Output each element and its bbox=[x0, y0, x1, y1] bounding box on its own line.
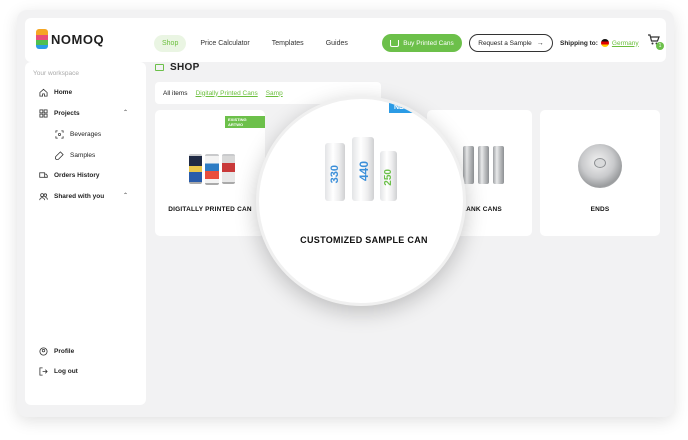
sidebar-item-label: Beverages bbox=[70, 131, 102, 138]
page-title-text: SHOP bbox=[170, 62, 200, 73]
sidebar-item-logout[interactable]: Log out bbox=[39, 367, 78, 376]
cart-button[interactable]: 1 bbox=[647, 33, 664, 50]
sidebar-item-projects[interactable]: Projects bbox=[39, 109, 80, 118]
cart-icon bbox=[390, 39, 400, 47]
chevron-up-icon[interactable]: ⌃ bbox=[123, 192, 128, 199]
buy-printed-cans-button[interactable]: Buy Printed Cans bbox=[382, 34, 462, 52]
card-label-digital: DIGITALLY PRINTED CAN bbox=[168, 206, 252, 213]
product-card-ends[interactable]: ENDS bbox=[540, 110, 660, 236]
sidebar-item-label: Shared with you bbox=[54, 193, 105, 200]
chevron-up-icon[interactable]: ⌃ bbox=[123, 109, 128, 116]
card-label-customized: CUSTOMIZED SAMPLE CAN bbox=[300, 235, 428, 245]
sidebar-item-label: Profile bbox=[54, 348, 75, 355]
printed-can-2 bbox=[205, 154, 219, 185]
printed-can-1 bbox=[189, 154, 202, 184]
sidebar-item-profile[interactable]: Profile bbox=[39, 347, 74, 356]
sample-can-440: 440 bbox=[352, 137, 374, 201]
can-number-440: 440 bbox=[357, 161, 371, 182]
sidebar-item-label: Samples bbox=[70, 152, 96, 159]
sidebar-item-shared[interactable]: Shared with you bbox=[39, 192, 104, 201]
page-title: SHOP bbox=[155, 62, 200, 73]
home-icon bbox=[39, 88, 48, 97]
cart-count-badge: 1 bbox=[656, 42, 664, 50]
shop-icon bbox=[155, 64, 164, 71]
sidebar: Your workspace Home Projects ⌃ Beverages… bbox=[25, 62, 146, 405]
request-sample-button[interactable]: Request a Sample → bbox=[469, 34, 553, 52]
logo[interactable]: NOMOQ bbox=[36, 29, 104, 49]
arrow-right-icon: → bbox=[536, 39, 544, 47]
logo-text: NOMOQ bbox=[51, 31, 105, 47]
sidebar-item-label: Home bbox=[54, 89, 73, 96]
can-number-250: 250 bbox=[383, 169, 394, 186]
test-tube-icon bbox=[55, 151, 64, 160]
shipping-country[interactable]: Germany bbox=[612, 40, 639, 47]
printed-can-3 bbox=[222, 154, 235, 184]
nav-shop[interactable]: Shop bbox=[154, 35, 187, 52]
magnifier-customized-sample[interactable]: NEW AR 330 440 250 CUSTOMIZED SAMPLE CAN bbox=[256, 96, 466, 306]
top-header: NOMOQ Shop Price Calculator Templates Gu… bbox=[25, 18, 666, 62]
blank-can-1 bbox=[463, 146, 474, 184]
filter-all-items[interactable]: All items bbox=[163, 90, 188, 97]
sidebar-item-samples[interactable]: Samples bbox=[55, 151, 95, 160]
buy-printed-cans-label: Buy Printed Cans bbox=[403, 39, 454, 47]
profile-icon bbox=[39, 347, 48, 356]
request-sample-label: Request a Sample bbox=[478, 39, 532, 47]
shipping-label: Shipping to: bbox=[560, 39, 598, 47]
sample-can-250: 250 bbox=[380, 151, 397, 201]
sidebar-item-label: Log out bbox=[54, 368, 78, 375]
germany-flag-icon bbox=[600, 39, 609, 47]
sidebar-item-label: Orders History bbox=[54, 172, 100, 179]
blank-can-3 bbox=[493, 146, 504, 184]
filter-samples[interactable]: Samp bbox=[266, 90, 283, 97]
app-window: NOMOQ Shop Price Calculator Templates Gu… bbox=[17, 10, 674, 417]
sidebar-item-beverages[interactable]: Beverages bbox=[55, 130, 101, 139]
truck-icon bbox=[39, 172, 48, 178]
nav-templates[interactable]: Templates bbox=[272, 40, 304, 47]
logout-icon bbox=[39, 367, 48, 376]
users-icon bbox=[39, 193, 48, 201]
nav-price-calculator[interactable]: Price Calculator bbox=[200, 40, 249, 47]
workspace-label: Your workspace bbox=[33, 70, 80, 77]
card-label-ends: ENDS bbox=[590, 206, 610, 213]
grid-icon bbox=[39, 109, 48, 118]
shipping-selector[interactable]: Shipping to: Germany bbox=[560, 39, 639, 47]
blank-can-2 bbox=[478, 146, 489, 184]
sidebar-item-home[interactable]: Home bbox=[39, 88, 72, 97]
can-number-330: 330 bbox=[329, 165, 341, 184]
sample-can-330: 330 bbox=[325, 143, 345, 201]
filter-digitally-printed[interactable]: Digitally Printed Cans bbox=[196, 90, 258, 97]
pull-tab bbox=[594, 158, 606, 168]
beverage-icon bbox=[55, 130, 64, 139]
main-nav: Shop Price Calculator Templates Guides bbox=[154, 35, 370, 52]
product-card-digital[interactable]: EXISTING ARTWO DIGITALLY PRINTED CAN bbox=[155, 110, 265, 236]
sidebar-item-orders-history[interactable]: Orders History bbox=[39, 171, 100, 180]
sidebar-item-label: Projects bbox=[54, 110, 80, 117]
logo-icon bbox=[36, 29, 48, 49]
new-tag: NEW AR bbox=[389, 102, 428, 113]
nav-guides[interactable]: Guides bbox=[326, 40, 348, 47]
